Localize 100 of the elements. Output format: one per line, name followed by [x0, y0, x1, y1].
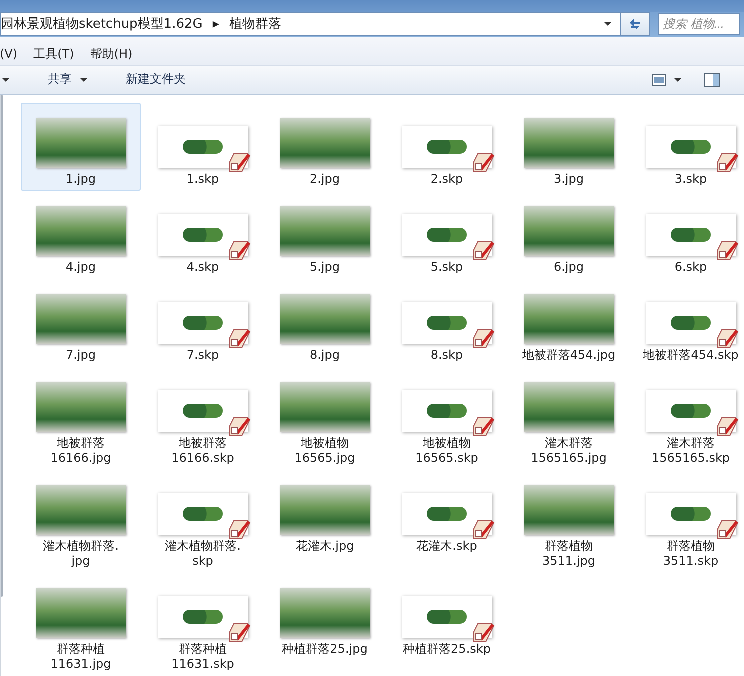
file-item[interactable]: 7.skp — [143, 279, 263, 367]
pane-icon — [704, 72, 720, 87]
menu-item[interactable]: 帮助(H) — [90, 46, 133, 63]
sketchup-file-icon — [472, 328, 496, 350]
file-name: 灌木植物群落. jpg — [43, 539, 119, 569]
menu-item[interactable]: (V) — [0, 47, 18, 62]
file-item[interactable]: 7.jpg — [21, 279, 141, 367]
file-name: 群落种植 11631.skp — [172, 642, 234, 672]
file-name: 地被群落454.skp — [643, 348, 739, 363]
breadcrumb[interactable]: 植物群落 — [229, 15, 282, 34]
sketchup-file-icon — [472, 519, 496, 541]
file-item[interactable]: 种植群落25.skp — [387, 573, 507, 676]
file-name: 种植群落25.skp — [403, 642, 491, 657]
scrollbar-thumb[interactable] — [1, 95, 3, 597]
caret-icon — [674, 78, 682, 82]
file-item[interactable]: 5.jpg — [265, 191, 385, 279]
refresh-button[interactable] — [620, 12, 650, 36]
file-name: 群落植物 3511.skp — [663, 539, 719, 569]
file-item[interactable]: 3.skp — [631, 103, 744, 191]
address-bar[interactable]: 园林景观植物sketchup模型1.62G ▸ 植物群落 — [0, 12, 620, 36]
file-item[interactable]: 群落种植 11631.jpg — [21, 573, 141, 676]
file-item[interactable]: 群落种植 11631.skp — [143, 573, 263, 676]
file-name: 7.skp — [186, 348, 220, 363]
file-item[interactable]: 地被群落454.skp — [631, 279, 744, 367]
sketchup-file-icon — [472, 152, 496, 174]
toolbar-button[interactable]: 共享 — [44, 69, 92, 90]
file-name: 2.jpg — [310, 172, 340, 187]
file-name: 3.jpg — [554, 172, 584, 187]
file-item[interactable]: 6.skp — [631, 191, 744, 279]
file-name: 地被植物 16565.skp — [416, 436, 478, 466]
file-item[interactable]: 地被植物 16565.skp — [387, 367, 507, 470]
sketchup-file-icon — [472, 240, 496, 262]
breadcrumb-separator[interactable]: ▸ — [212, 16, 220, 32]
file-item[interactable]: 1.skp — [143, 103, 263, 191]
file-item[interactable]: 5.skp — [387, 191, 507, 279]
file-name: 地被群落 16166.jpg — [50, 436, 112, 466]
file-item[interactable]: 2.skp — [387, 103, 507, 191]
file-item[interactable]: 灌木群落 1565165.skp — [631, 367, 744, 470]
file-name: 5.skp — [430, 260, 464, 275]
file-name: 8.jpg — [310, 348, 340, 363]
file-item[interactable]: 4.jpg — [21, 191, 141, 279]
caret-icon — [2, 78, 10, 82]
sketchup-file-icon — [228, 240, 252, 262]
file-item[interactable]: 2.jpg — [265, 103, 385, 191]
file-name: 地被群落 16166.skp — [172, 436, 234, 466]
sketchup-file-icon — [228, 328, 252, 350]
caret-icon — [80, 78, 88, 82]
file-item[interactable]: 灌木植物群落. jpg — [21, 470, 141, 573]
file-name: 地被群落454.jpg — [522, 348, 616, 363]
file-item[interactable]: 1.jpg — [21, 103, 141, 191]
sketchup-file-icon — [228, 519, 252, 541]
file-name: 地被植物 16565.jpg — [294, 436, 356, 466]
toolbar-button[interactable]: 新建文件夹 — [122, 69, 190, 90]
file-name: 4.jpg — [66, 260, 96, 275]
caret-icon — [604, 22, 612, 26]
file-name: 5.jpg — [310, 260, 340, 275]
file-item[interactable]: 8.jpg — [265, 279, 385, 367]
sketchup-file-icon — [716, 152, 740, 174]
file-name: 灌木群落 1565165.skp — [652, 436, 730, 466]
breadcrumb[interactable]: 园林景观植物sketchup模型1.62G — [1, 15, 203, 34]
file-item[interactable]: 花灌木.skp — [387, 470, 507, 573]
file-item[interactable]: 灌木植物群落. skp — [143, 470, 263, 573]
file-item[interactable]: 3.jpg — [509, 103, 629, 191]
file-item[interactable]: 花灌木.jpg — [265, 470, 385, 573]
sketchup-file-icon — [228, 622, 252, 644]
file-item[interactable]: 6.jpg — [509, 191, 629, 279]
sketchup-file-icon — [716, 519, 740, 541]
file-item[interactable]: 地被群落 16166.skp — [143, 367, 263, 470]
file-name: 7.jpg — [66, 348, 96, 363]
file-name: 灌木植物群落. skp — [165, 539, 241, 569]
file-name: 灌木群落 1565165.jpg — [531, 436, 607, 466]
file-name: 群落植物 3511.jpg — [542, 539, 596, 569]
file-item[interactable]: 4.skp — [143, 191, 263, 279]
file-name: 花灌木.jpg — [296, 539, 354, 554]
scrollbar[interactable] — [0, 95, 1, 676]
file-item[interactable]: 群落植物 3511.skp — [631, 470, 744, 573]
file-name: 6.jpg — [554, 260, 584, 275]
file-item[interactable]: 群落植物 3511.jpg — [509, 470, 629, 573]
search-field[interactable]: 搜索 植物... — [658, 13, 740, 36]
file-item[interactable]: 地被群落 16166.jpg — [21, 367, 141, 470]
sketchup-file-icon — [228, 416, 252, 438]
file-item[interactable]: 地被群落454.jpg — [509, 279, 629, 367]
file-item[interactable]: 地被植物 16565.jpg — [265, 367, 385, 470]
file-name: 花灌木.skp — [416, 539, 478, 554]
file-name: 4.skp — [186, 260, 220, 275]
sketchup-file-icon — [716, 328, 740, 350]
sketchup-file-icon — [228, 152, 252, 174]
sketchup-file-icon — [472, 622, 496, 644]
file-item[interactable]: 8.skp — [387, 279, 507, 367]
file-item[interactable]: 灌木群落 1565165.jpg — [509, 367, 629, 470]
file-name: 种植群落25.jpg — [282, 642, 368, 657]
file-name: 8.skp — [430, 348, 464, 363]
file-name: 6.skp — [674, 260, 708, 275]
file-item[interactable]: 种植群落25.jpg — [265, 573, 385, 676]
sketchup-file-icon — [716, 240, 740, 262]
sketchup-file-icon — [716, 416, 740, 438]
file-name: 3.skp — [674, 172, 708, 187]
menu-item[interactable]: 工具(T) — [34, 46, 74, 63]
file-name: 1.skp — [186, 172, 220, 187]
file-name: 2.skp — [430, 172, 464, 187]
